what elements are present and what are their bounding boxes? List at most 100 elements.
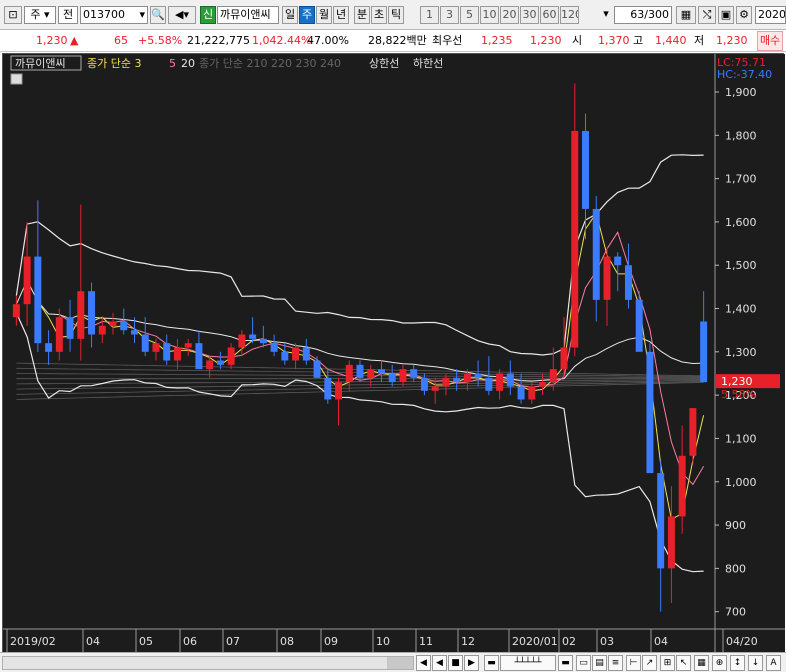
period-tab-1[interactable]: 주 <box>299 6 315 24</box>
candle-count-field[interactable]: 63/300 <box>614 6 672 24</box>
y-tick-label: 1,300 <box>725 346 757 359</box>
period-tab-4[interactable]: 분 <box>354 6 370 24</box>
search-icon[interactable]: 🔍 <box>150 6 166 24</box>
x-tick-label: 11 <box>419 635 433 648</box>
chart-statusbar: ◀ ◀ ■ ▶ ▬ ┴┴┴┴┴ ▬ ▭ ▤ ≡ ⊢ ↗ ⊞ ↖ ▦ ⊕ ↕ ↓ … <box>0 652 786 672</box>
candle-body <box>463 373 471 383</box>
horizontal-scrollbar[interactable] <box>2 656 414 670</box>
cursor-icon[interactable]: ↖ <box>676 655 691 671</box>
x-tick-label: 09 <box>324 635 338 648</box>
interval-button-20[interactable]: 20 <box>500 6 519 24</box>
arrow-down-icon[interactable]: ↓ <box>748 655 763 671</box>
speaker-icon[interactable]: ◀▾ <box>168 6 196 24</box>
period-tab-5[interactable]: 초 <box>371 6 387 24</box>
trade-amount: 28,822백만 <box>368 34 427 47</box>
list-icon[interactable]: ≡ <box>608 655 623 671</box>
zoom-out-icon[interactable]: ▬ <box>484 655 499 671</box>
period-tab-6[interactable]: 틱 <box>388 6 404 24</box>
hc-value: HC:-37.40 <box>717 68 772 81</box>
period-tab-2[interactable]: 월 <box>316 6 332 24</box>
scroll-thumb[interactable] <box>387 657 413 669</box>
low-label: 저 <box>694 34 705 47</box>
stop-icon[interactable]: ■ <box>448 655 463 671</box>
candle-body <box>549 369 557 383</box>
interval-button-5[interactable]: 5 <box>460 6 479 24</box>
zoom-slider[interactable]: ┴┴┴┴┴ <box>500 655 556 671</box>
table-icon <box>10 73 23 85</box>
candlestick-chart[interactable]: 1,9001,8001,7001,6001,5001,4001,3001,200… <box>3 54 785 653</box>
code-dropdown-icon[interactable]: ▾ <box>139 7 145 23</box>
candle-body <box>66 317 74 339</box>
stock-code-input[interactable]: 013700 ▾ <box>80 6 148 24</box>
lower-limit-legend: 하한선 <box>413 56 443 70</box>
x-tick-label: 04 <box>654 635 668 648</box>
font-icon[interactable]: A <box>766 655 781 671</box>
zoom-in-icon[interactable]: ▬ <box>558 655 573 671</box>
x-tick-label: 2019/02 <box>10 635 56 648</box>
candle-body <box>120 321 128 331</box>
x-tick-label: 10 <box>376 635 390 648</box>
crosshair-icon[interactable]: ⤭ <box>698 6 716 24</box>
candle-body <box>356 364 364 378</box>
candle-body <box>700 321 708 383</box>
x-tick-label: 04/20 <box>726 635 758 648</box>
play-prev-icon[interactable]: ◀ <box>432 655 447 671</box>
long-ma-legend: 종가 단순 210 220 230 240 <box>199 57 341 70</box>
ma3-legend: 종가 단순 3 <box>87 57 141 70</box>
candle-count-value: 63 <box>630 8 645 21</box>
period-tab-3[interactable]: 년 <box>333 6 349 24</box>
interval-button-3[interactable]: 3 <box>440 6 459 24</box>
lock-icon[interactable]: ▤ <box>592 655 607 671</box>
buy-button[interactable]: 매수 <box>757 31 784 51</box>
candle-body <box>34 256 42 344</box>
date-field[interactable]: 2020. <box>755 6 786 24</box>
y-tick-label: 900 <box>725 519 746 532</box>
stock-name: 까뮤이앤씨 <box>217 6 279 24</box>
period-select[interactable]: 전 <box>58 6 78 24</box>
candle-body <box>335 382 343 400</box>
sin-badge[interactable]: 신 <box>200 6 216 24</box>
interval-button-10[interactable]: 10 <box>480 6 499 24</box>
grid-icon[interactable]: ▦ <box>676 6 696 24</box>
interval-button-1[interactable]: 1 <box>420 6 439 24</box>
price-chart[interactable]: 1,900 1,800 1,700 1,600 1,500 1,400 1,300 1,200… <box>2 53 785 653</box>
pref-label: 최우선 <box>432 34 463 47</box>
x-tick-label: 02 <box>562 635 576 648</box>
up-arrow-icon: ▲ <box>70 34 79 47</box>
window-icon[interactable]: ▭ <box>576 655 591 671</box>
x-tick-label: 08 <box>280 635 294 648</box>
play-next-icon[interactable]: ▶ <box>464 655 479 671</box>
save-icon[interactable]: ▣ <box>718 6 734 24</box>
gear-icon[interactable]: ⚙ <box>736 6 752 24</box>
candle-body <box>517 386 525 400</box>
target-icon[interactable]: ⊕ <box>712 655 727 671</box>
panel-icon[interactable]: ▦ <box>694 655 709 671</box>
trend-icon[interactable]: ↗ <box>642 655 657 671</box>
candle-body <box>442 377 450 387</box>
stock-code-value: 013700 <box>83 8 125 21</box>
y-tick-label: 800 <box>725 562 746 575</box>
y-tick-label: 1,400 <box>725 303 757 316</box>
period-tab-0[interactable]: 일 <box>282 6 298 24</box>
candle-body <box>453 377 461 383</box>
fib-icon[interactable]: ⊞ <box>660 655 675 671</box>
candle-body <box>624 265 632 300</box>
candle-body <box>259 338 267 344</box>
y-tick-label: 1,800 <box>725 129 757 142</box>
vertical-icon[interactable]: ↕ <box>730 655 745 671</box>
interval-dropdown-icon[interactable]: ▾ <box>600 6 612 24</box>
market-select[interactable]: 주 ▾ <box>24 6 56 24</box>
pref-ask: 1,235 <box>481 34 513 47</box>
scroll-left-icon[interactable]: ◀ <box>416 655 431 671</box>
candle-body <box>109 321 117 326</box>
measure-icon[interactable]: ⊢ <box>626 655 641 671</box>
interval-button-120[interactable]: 120 <box>560 6 579 24</box>
candle-body <box>292 347 300 361</box>
candle-body <box>313 360 321 378</box>
interval-button-30[interactable]: 30 <box>520 6 539 24</box>
interval-button-60[interactable]: 60 <box>540 6 559 24</box>
price-change: 65 <box>114 34 128 47</box>
chart-icon[interactable]: ⊡ <box>4 6 22 24</box>
candle-body <box>377 369 385 374</box>
candle-body <box>131 330 138 335</box>
